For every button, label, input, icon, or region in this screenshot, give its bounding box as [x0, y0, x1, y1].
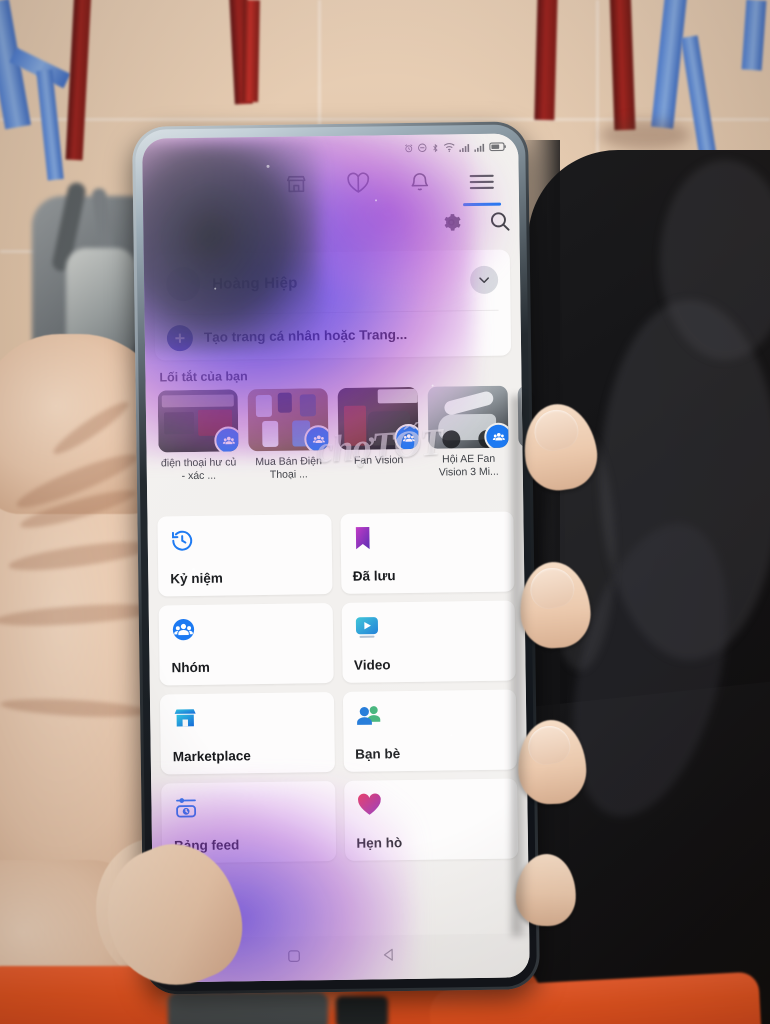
menu-item-video[interactable]: Video	[341, 600, 516, 683]
marketplace-icon	[172, 702, 322, 732]
search-icon[interactable]	[488, 210, 511, 238]
video-play-icon	[353, 611, 503, 641]
seat-grey-panel	[168, 992, 328, 1024]
photo-scene: Hoàng Hiệp + Tạo trang cá nhân hoặc Tran…	[0, 0, 770, 1024]
storefront-icon	[284, 172, 307, 200]
shortcut-thumbnail	[337, 386, 419, 450]
shortcuts-title: Lối tắt của bạn	[159, 369, 248, 385]
menu-item-label: Hẹn hò	[356, 835, 403, 851]
tab-menu[interactable]	[451, 162, 514, 205]
menu-grid: Kỷ niệm Đã lưu Nhóm Video Marketplace Bạ…	[157, 511, 519, 864]
plus-icon: +	[166, 324, 194, 351]
menu-item-label: Kỷ niệm	[170, 570, 223, 587]
group-icon	[394, 423, 419, 450]
menu-item-saved[interactable]: Đã lưu	[339, 511, 515, 594]
tab-dating[interactable]	[327, 164, 390, 207]
create-profile-or-page-row[interactable]: + Tạo trang cá nhân hoặc Trang...	[155, 311, 512, 361]
groups-icon	[171, 613, 321, 643]
dating-heart-icon	[356, 789, 506, 819]
menu-item-label: Nhóm	[171, 659, 210, 676]
avatar	[165, 266, 201, 302]
signal-sim1-icon	[459, 143, 470, 152]
group-icon	[304, 425, 329, 452]
shortcut-thumbnail	[247, 388, 329, 452]
seat-grey-panel-2	[336, 996, 388, 1024]
shortcut-item[interactable]: điện thoại hư củ - xác ...	[157, 389, 240, 508]
finger-contact-shadow	[512, 396, 530, 936]
menu-item-label: Bạn bè	[355, 746, 401, 762]
bookmark-icon	[352, 522, 502, 552]
shortcut-label: Fan Vision	[353, 454, 404, 467]
shortcut-item[interactable]: Mua Bán Điện Thoại ...	[247, 388, 330, 507]
menu-item-marketplace[interactable]: Marketplace	[159, 692, 335, 775]
gear-icon[interactable]	[440, 211, 462, 238]
bell-icon	[409, 171, 431, 199]
shortcut-label: Hội AE Fan Vision 3 Mi...	[438, 452, 499, 479]
shortcut-thumbnail	[157, 389, 239, 453]
do-not-disturb-icon	[417, 143, 427, 153]
hamburger-menu-icon	[469, 171, 495, 196]
shortcuts-strip[interactable]: điện thoại hư củ - xác ... Mua Bán Điện …	[157, 385, 524, 508]
shortcut-label: điện thoại hư củ - xác ...	[160, 456, 237, 482]
chair-leg-red-center	[242, 0, 260, 103]
bluetooth-icon	[431, 142, 439, 153]
group-icon	[484, 422, 509, 449]
triangle-back-icon[interactable]	[380, 946, 397, 968]
chair-shadow	[600, 120, 690, 150]
status-bar	[142, 133, 518, 164]
shortcut-item[interactable]: Fan Vision	[337, 386, 420, 506]
menu-item-memories[interactable]: Kỷ niệm	[157, 514, 333, 597]
tab-notifications[interactable]	[389, 163, 452, 206]
chair-leg-red-right	[534, 0, 558, 121]
menu-item-label: Marketplace	[172, 748, 251, 765]
group-icon	[214, 426, 239, 453]
alarm-icon	[404, 143, 413, 152]
profile-name: Hoàng Hiệp	[212, 274, 298, 293]
menu-tool-row	[440, 210, 511, 239]
menu-item-label: Video	[353, 657, 391, 673]
battery-icon	[489, 142, 506, 152]
heart-icon	[345, 171, 370, 199]
square-icon[interactable]	[285, 948, 302, 970]
feed-dial-icon	[173, 791, 323, 821]
top-tab-bar	[143, 161, 520, 210]
chevron-down-icon[interactable]	[469, 265, 499, 295]
wifi-icon	[443, 142, 455, 152]
create-profile-or-page-label: Tạo trang cá nhân hoặc Trang...	[203, 326, 408, 345]
memories-clock-icon	[170, 524, 320, 554]
chair-leg-red-right2	[609, 0, 636, 131]
friends-icon	[355, 700, 505, 730]
tab-marketplace[interactable]	[265, 165, 328, 208]
signal-sim2-icon	[474, 142, 485, 152]
menu-item-groups[interactable]: Nhóm	[158, 603, 334, 686]
shortcut-label: Mua Bán Điện Thoại ...	[255, 455, 322, 481]
shortcut-item[interactable]: Hội AE Fan Vision 3 Mi...	[427, 385, 510, 505]
menu-item-label: Đã lưu	[352, 568, 396, 584]
menu-item-friends[interactable]: Bạn bè	[342, 689, 517, 772]
profile-card: Hoàng Hiệp + Tạo trang cá nhân hoặc Tran…	[153, 249, 512, 361]
profile-row[interactable]: Hoàng Hiệp	[154, 250, 511, 315]
menu-item-dating[interactable]: Hẹn hò	[343, 778, 519, 861]
shortcut-thumbnail	[427, 385, 509, 449]
